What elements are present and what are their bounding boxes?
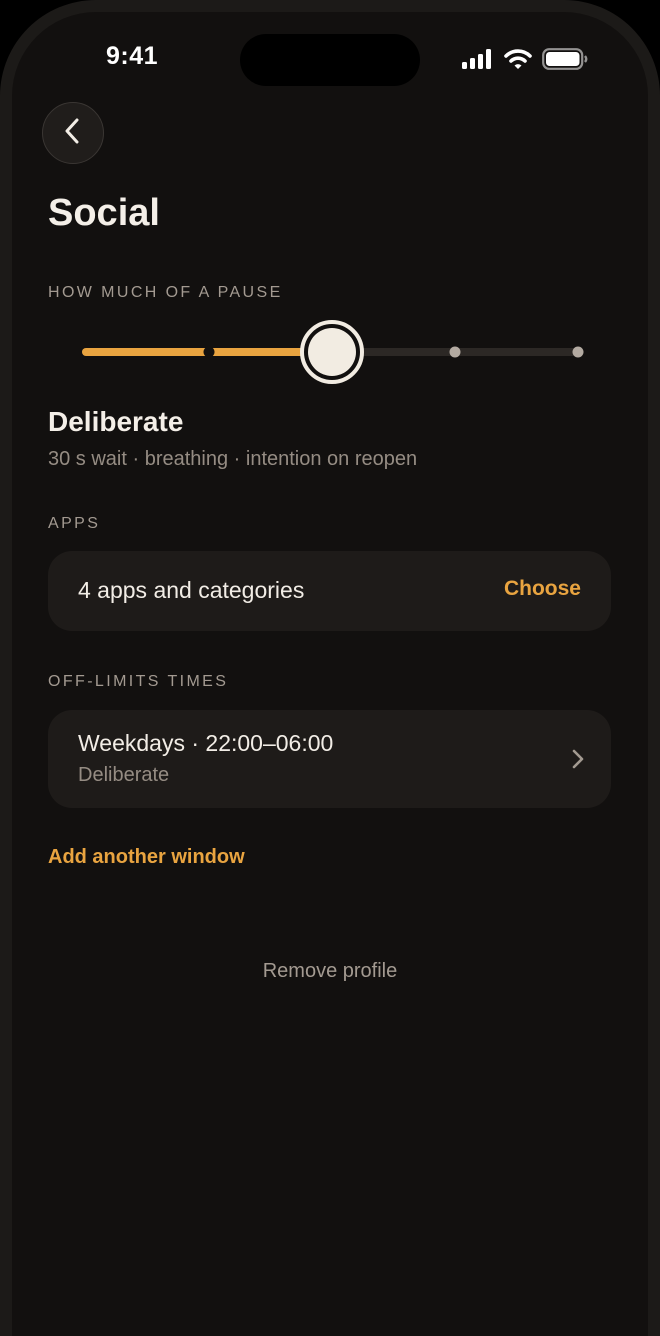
status-icons <box>462 48 588 70</box>
window-time-range: Weekdays · 22:00–06:00 <box>78 730 334 756</box>
dynamic-island <box>240 34 420 86</box>
page-title: Social <box>48 192 160 234</box>
chevron-left-icon <box>61 117 85 150</box>
apps-card[interactable]: 4 apps and categories Choose <box>48 551 611 631</box>
slider-stop-5[interactable] <box>572 346 584 358</box>
device-frame: 9:41 Social HOW MUCH OF A PAUSE Delibera… <box>0 0 660 1336</box>
remove-profile-button[interactable]: Remove profile <box>12 960 648 983</box>
off-limits-window-row[interactable]: Weekdays · 22:00–06:00 Deliberate <box>48 710 611 808</box>
screen: 9:41 Social HOW MUCH OF A PAUSE Delibera… <box>12 12 648 1336</box>
back-button[interactable] <box>42 102 104 164</box>
battery-icon <box>542 48 588 70</box>
pause-section-label: HOW MUCH OF A PAUSE <box>48 284 283 301</box>
chevron-right-icon <box>571 748 585 775</box>
add-window-button[interactable]: Add another window <box>48 846 245 869</box>
window-level: Deliberate <box>78 764 170 786</box>
slider-stop-2[interactable] <box>203 346 215 358</box>
choose-apps-button[interactable]: Choose <box>504 577 581 601</box>
cellular-signal-icon <box>462 49 494 69</box>
apps-section-label: APPS <box>48 515 101 532</box>
slider-thumb[interactable] <box>308 328 356 376</box>
wifi-icon <box>504 48 532 70</box>
selected-level-description: 30 s wait · breathing · intention on reo… <box>48 448 418 470</box>
pause-level-slider[interactable] <box>72 316 592 388</box>
status-time: 9:41 <box>105 42 159 70</box>
off-limits-section-label: OFF-LIMITS TIMES <box>48 673 229 690</box>
slider-stop-4[interactable] <box>449 346 461 358</box>
apps-summary: 4 apps and categories <box>78 577 305 603</box>
selected-level-name: Deliberate <box>48 406 184 437</box>
